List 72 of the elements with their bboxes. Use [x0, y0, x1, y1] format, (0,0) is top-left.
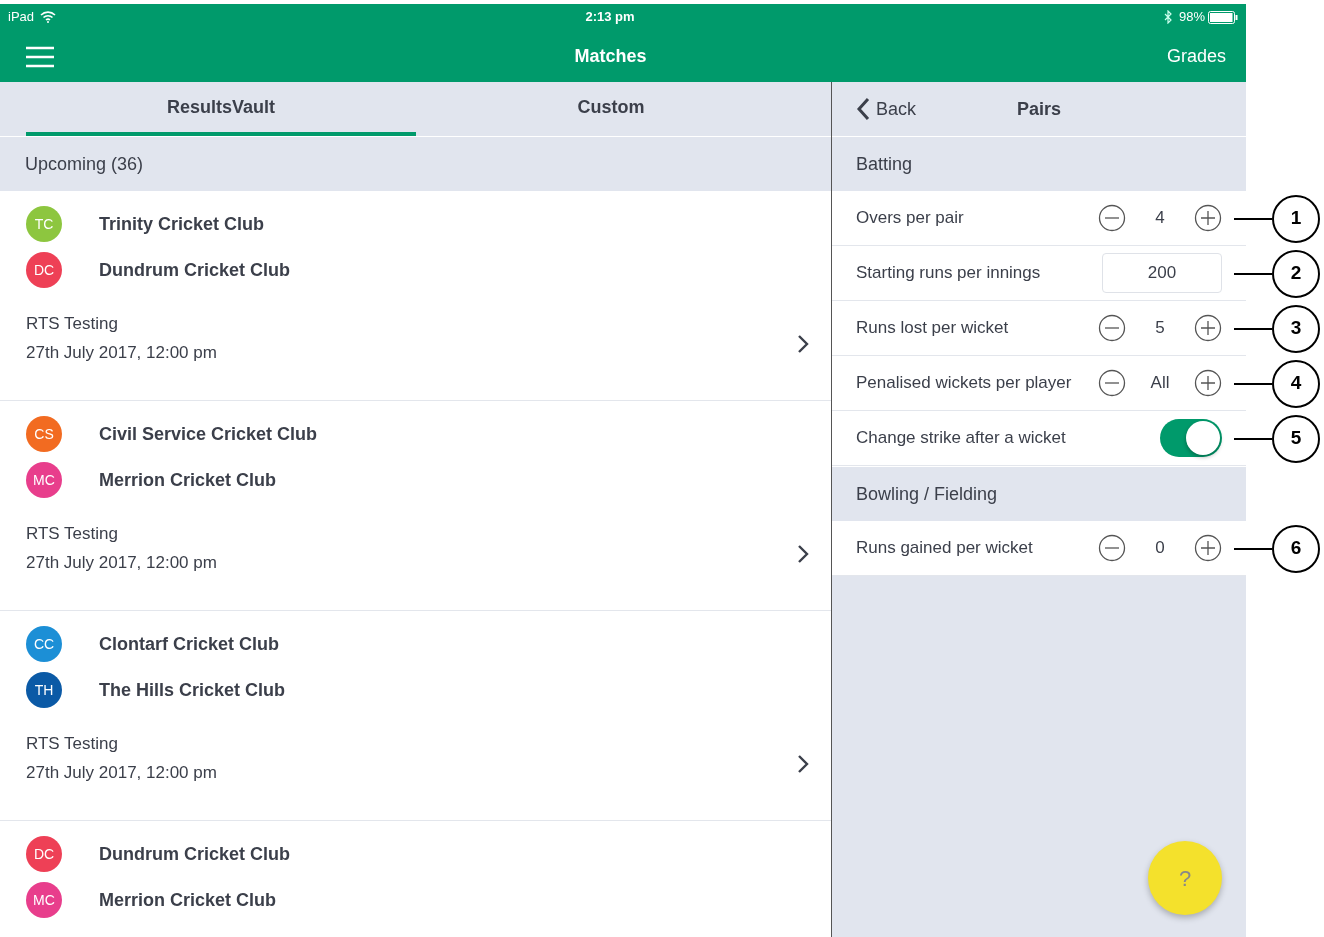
team-name: Dundrum Cricket Club — [99, 842, 290, 866]
leader-line — [1234, 437, 1272, 440]
match-card[interactable]: CS Civil Service Cricket Club MC Merrion Cricket Club RTS Testing 27th July 2017, 12:00 pm — [0, 401, 831, 611]
bluetooth-icon — [1163, 10, 1173, 24]
stepper-value: 0 — [1154, 537, 1166, 560]
match-card[interactable]: TC Trinity Cricket Club DC Dundrum Cricket Club RTS Testing 27th July 2017, 12:00 pm — [0, 191, 831, 401]
plus-button[interactable] — [1194, 534, 1222, 562]
back-button[interactable]: Back — [856, 95, 917, 123]
tab[interactable]: Custom — [416, 82, 806, 136]
screen-title: Matches — [573, 44, 648, 68]
team-name: Clontarf Cricket Club — [99, 632, 280, 656]
battery-percent: 98% — [1178, 8, 1205, 27]
team-avatar: CC — [26, 626, 62, 662]
match-date: 27th July 2017, 12:00 pm — [26, 342, 217, 364]
match-date: 27th July 2017, 12:00 pm — [26, 552, 217, 574]
team-avatar: TH — [26, 672, 62, 708]
callout-number: 4 — [1272, 359, 1320, 408]
setting-label: Runs lost per wicket — [856, 317, 1010, 340]
grades-button[interactable]: Grades — [1166, 42, 1226, 70]
number-field[interactable]: 200 — [1102, 253, 1222, 293]
stepper-value: 4 — [1154, 207, 1166, 230]
leader-line — [1234, 327, 1272, 330]
callout-number: 1 — [1272, 194, 1320, 243]
chevron-left-icon — [856, 97, 870, 121]
minus-button[interactable] — [1098, 369, 1126, 397]
setting-label: Penalised wickets per player — [856, 372, 1073, 395]
competition-name: RTS Testing — [26, 733, 118, 755]
panel-title: Pairs — [1016, 97, 1061, 121]
setting-label: Change strike after a wicket — [856, 427, 1067, 450]
competition-name: RTS Testing — [26, 313, 118, 335]
wifi-icon — [40, 11, 57, 23]
team-name: Civil Service Cricket Club — [99, 422, 318, 446]
match-card[interactable]: CC Clontarf Cricket Club TH The Hills Cricket Club RTS Testing 27th July 2017, 12:00 pm — [0, 611, 831, 821]
team-avatar: DC — [26, 252, 62, 288]
team-name: The Hills Cricket Club — [99, 678, 286, 702]
team-avatar: MC — [26, 882, 62, 918]
battery-icon — [1208, 10, 1238, 24]
minus-button[interactable] — [1098, 534, 1126, 562]
team-name: Merrion Cricket Club — [99, 468, 277, 492]
team-avatar: CS — [26, 416, 62, 452]
team-name: Trinity Cricket Club — [99, 212, 265, 236]
menu-button[interactable] — [26, 44, 54, 68]
carrier-label: iPad — [8, 8, 35, 27]
stepper-value: 5 — [1154, 317, 1166, 340]
team-avatar: MC — [26, 462, 62, 498]
minus-button[interactable] — [1098, 314, 1126, 342]
team-name: Dundrum Cricket Club — [99, 258, 290, 282]
callout-number: 5 — [1272, 414, 1320, 463]
leader-line — [1234, 547, 1272, 550]
leader-line — [1234, 382, 1272, 385]
team-avatar: DC — [26, 836, 62, 872]
setting-label: Starting runs per innings — [856, 262, 1042, 285]
callout-number: 2 — [1272, 249, 1320, 298]
setting-label: Runs gained per wicket — [856, 537, 1034, 560]
plus-button[interactable] — [1194, 369, 1222, 397]
status-time: 2:13 pm — [584, 8, 636, 27]
section-header: Upcoming (36) — [0, 136, 831, 191]
competition-name: RTS Testing — [26, 523, 118, 545]
setting-label: Overs per pair — [856, 207, 965, 230]
match-date: 27th July 2017, 12:00 pm — [26, 762, 217, 784]
team-name: Merrion Cricket Club — [99, 888, 277, 912]
callout-number: 6 — [1272, 524, 1320, 573]
plus-button[interactable] — [1194, 204, 1222, 232]
leader-line — [1234, 217, 1272, 220]
stepper-value: All — [1149, 372, 1171, 395]
match-card[interactable]: DC Dundrum Cricket Club MC Merrion Cricket Club — [0, 821, 831, 937]
team-avatar: TC — [26, 206, 62, 242]
minus-button[interactable] — [1098, 204, 1126, 232]
toggle-switch[interactable] — [1160, 419, 1222, 457]
callout-number: 3 — [1272, 304, 1320, 353]
plus-button[interactable] — [1194, 314, 1222, 342]
leader-line — [1234, 272, 1272, 275]
